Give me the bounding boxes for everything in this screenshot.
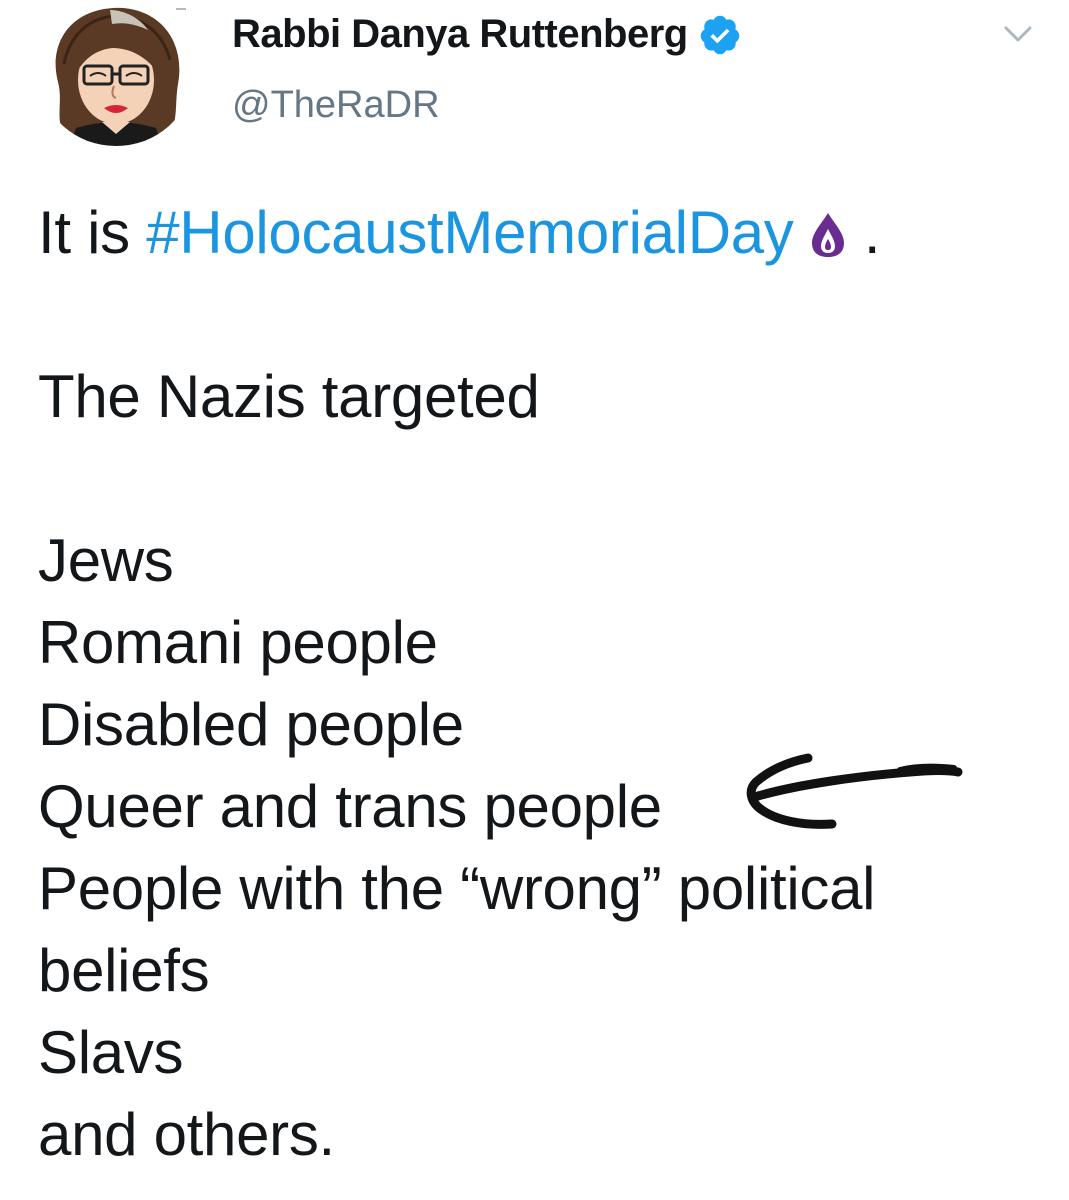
- avatar[interactable]: [40, 4, 192, 146]
- tweet-line-group: Romani people: [38, 609, 438, 676]
- tweet-text: It is #HolocaustMemorialDay . The Nazis …: [38, 192, 1038, 1176]
- chevron-down-icon[interactable]: [1000, 18, 1036, 48]
- text-suffix: .: [847, 199, 881, 266]
- tweet-line-group: Jews: [38, 527, 174, 594]
- verified-badge-icon: [700, 15, 739, 54]
- author-name-row[interactable]: Rabbi Danya Ruttenberg: [232, 12, 742, 57]
- tweet-line-group: beliefs: [38, 937, 210, 1004]
- hashtag-link[interactable]: #HolocaustMemorialDay: [146, 199, 794, 266]
- display-name[interactable]: Rabbi Danya Ruttenberg: [232, 12, 688, 57]
- tweet-line-hashtag: It is #HolocaustMemorialDay .: [38, 192, 1038, 274]
- author-handle[interactable]: @TheRaDR: [232, 84, 440, 127]
- tweet-line-group: Slavs: [38, 1019, 184, 1086]
- memorial-candle-icon: [811, 213, 844, 257]
- tweet-line-group: and others.: [38, 1101, 335, 1168]
- tweet-line-group: People with the “wrong” political: [38, 855, 876, 922]
- divider-mark: [176, 8, 186, 10]
- cartoon-portrait-avatar: [40, 4, 192, 146]
- tweet-line-intro: The Nazis targeted: [38, 363, 540, 430]
- hand-drawn-arrow-icon: [746, 753, 963, 829]
- text-prefix: It is: [38, 199, 147, 266]
